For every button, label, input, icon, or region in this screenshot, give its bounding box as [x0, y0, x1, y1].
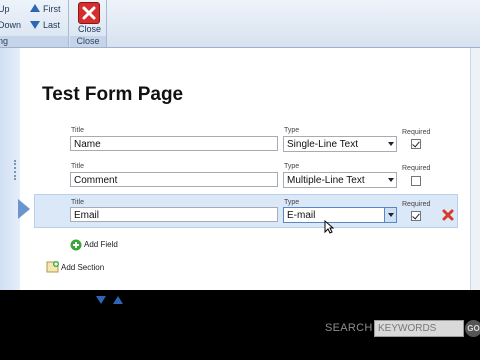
- delete-icon[interactable]: [442, 208, 454, 226]
- field-required-label: Required: [402, 165, 431, 172]
- last-button-label[interactable]: Last: [43, 20, 60, 30]
- up-button-label[interactable]: Up: [0, 4, 10, 14]
- ribbon-group-label: ng: [0, 36, 68, 47]
- close-icon[interactable]: [78, 2, 100, 24]
- field-type-value: Single-Line Text: [287, 139, 358, 150]
- first-arrow-icon[interactable]: [30, 4, 40, 12]
- down-button-label[interactable]: Down: [0, 20, 21, 30]
- field-type-select[interactable]: Multiple-Line Text: [283, 172, 397, 188]
- field-type-value: Multiple-Line Text: [287, 175, 365, 186]
- first-button-label[interactable]: First: [43, 4, 61, 14]
- field-title-input[interactable]: Comment: [70, 172, 278, 187]
- field-title-input[interactable]: Name: [70, 136, 278, 151]
- field-type-value: E-mail: [287, 210, 316, 221]
- field-type-select[interactable]: Single-Line Text: [283, 136, 397, 152]
- required-checkbox[interactable]: [411, 139, 421, 149]
- field-type-label: Type: [284, 199, 300, 206]
- field-type-label: Type: [284, 127, 300, 134]
- mouse-cursor-icon: [324, 219, 335, 239]
- dropdown-button[interactable]: [384, 208, 396, 222]
- move-down-icon[interactable]: [96, 296, 106, 304]
- add-section-link[interactable]: Add Section: [61, 263, 104, 272]
- ribbon-toolbar: Up First Down Last ng Close: [0, 0, 480, 48]
- ribbon-group-navigation: Up First Down Last ng: [0, 0, 69, 47]
- search-label: SEARCH: [325, 322, 373, 334]
- required-checkbox[interactable]: [411, 176, 421, 186]
- field-title-input[interactable]: Email: [70, 207, 278, 222]
- field-title-label: Title: [71, 163, 84, 170]
- field-title-label: Title: [71, 199, 84, 206]
- chevron-down-icon: [388, 213, 394, 217]
- field-required-label: Required: [402, 129, 431, 136]
- left-panel-strip: [0, 48, 21, 290]
- search-input[interactable]: KEYWORDS: [374, 320, 464, 337]
- selected-row-pointer-icon: [18, 199, 30, 219]
- add-field-icon[interactable]: [70, 238, 82, 256]
- add-section-icon[interactable]: [46, 260, 60, 278]
- field-title-label: Title: [71, 127, 84, 134]
- field-type-select[interactable]: E-mail: [283, 207, 397, 223]
- add-field-link[interactable]: Add Field: [84, 240, 118, 249]
- field-required-label: Required: [402, 201, 431, 208]
- last-arrow-icon[interactable]: [30, 21, 40, 29]
- page-title: Test Form Page: [42, 84, 184, 105]
- close-button-label[interactable]: Close: [78, 24, 101, 34]
- splitter-grip-icon[interactable]: [14, 160, 18, 180]
- required-checkbox[interactable]: [411, 211, 421, 221]
- ribbon-group-close-label: Close: [70, 36, 106, 47]
- right-scroll-strip[interactable]: [470, 48, 480, 290]
- go-button[interactable]: GO: [465, 320, 480, 337]
- chevron-down-icon: [388, 178, 394, 182]
- field-type-label: Type: [284, 163, 300, 170]
- move-up-icon[interactable]: [113, 296, 123, 304]
- chevron-down-icon: [388, 142, 394, 146]
